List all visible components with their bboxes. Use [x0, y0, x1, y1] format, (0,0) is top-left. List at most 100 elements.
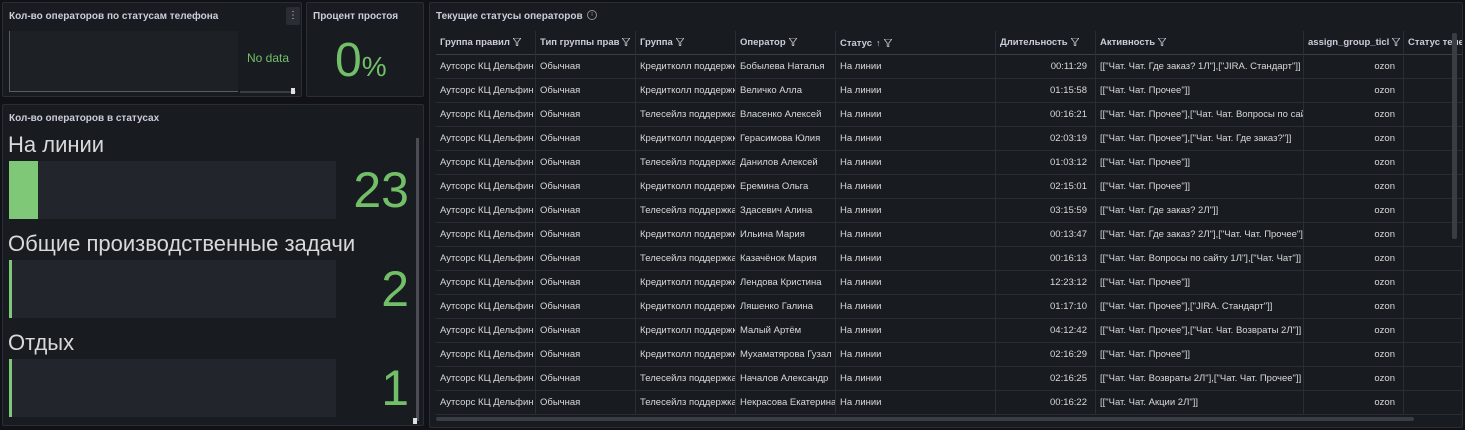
table-cell: [["Чат. Чат. Где заказ? 2Л"],["Чат. Чат.… [1096, 223, 1304, 247]
vertical-scrollbar[interactable] [1452, 33, 1457, 239]
column-header[interactable]: Тип группы прав [536, 31, 636, 55]
column-header-label: Активность [1100, 37, 1156, 48]
filter-icon[interactable] [881, 38, 892, 49]
column-header[interactable]: Длительность [996, 31, 1096, 55]
column-header-label: Тип группы прав [540, 37, 620, 48]
table-cell: ozon [1304, 247, 1404, 271]
table-row[interactable]: Аутсорс КЦ Дельфин Обычная Телесейлз подде… [436, 151, 1462, 175]
info-icon[interactable]: i [587, 10, 597, 20]
resize-handle[interactable] [291, 88, 295, 94]
filter-icon[interactable] [673, 37, 684, 48]
column-header[interactable]: Группа [636, 31, 736, 55]
table-cell: На линии [836, 199, 996, 223]
table-cell: Кредитколл поддержка [636, 127, 736, 151]
filter-icon[interactable] [1068, 37, 1079, 48]
table-row[interactable]: Аутсорс КЦ Дельфин Обычная Телесейлз подде… [436, 247, 1462, 271]
table-cell: 00:11:29 [996, 55, 1096, 79]
status-value: 1 [381, 360, 409, 416]
status-bar [9, 359, 336, 417]
panel-menu-icon[interactable]: ⋮ [286, 7, 300, 25]
chart-area [9, 31, 238, 92]
table-cell: Кредитколл поддержка [636, 343, 736, 367]
table-cell: На линии [836, 271, 996, 295]
table-cell [1404, 271, 1462, 295]
table-cell: 00:16:21 [996, 103, 1096, 127]
column-header-label: Группа правил [440, 37, 510, 48]
column-header-label: Длительность [1000, 37, 1068, 48]
table-cell: На линии [836, 367, 996, 391]
table-row[interactable]: Аутсорс КЦ Дельфин Обычная Кредитколл подд… [436, 319, 1462, 343]
table-row[interactable]: Аутсорс КЦ Дельфин Обычная Телесейлз подде… [436, 103, 1462, 127]
filter-icon[interactable] [786, 37, 797, 48]
table-cell: ozon [1304, 319, 1404, 343]
table-cell: Обычная [536, 55, 636, 79]
table-cell: Аутсорс КЦ Дельфин [436, 271, 536, 295]
table-cell: Аутсорс КЦ Дельфин [436, 295, 536, 319]
column-header[interactable]: Оператор [736, 31, 836, 55]
column-header[interactable]: Группа правил [436, 31, 536, 55]
table-row[interactable]: Аутсорс КЦ Дельфин Обычная Кредитколл подд… [436, 295, 1462, 319]
table-cell: 02:03:19 [996, 127, 1096, 151]
table-cell: Аутсорс КЦ Дельфин [436, 247, 536, 271]
table-cell: На линии [836, 127, 996, 151]
table-cell: [["Чат. Чат. Прочее"]] [1096, 343, 1304, 367]
table-row[interactable]: Аутсорс КЦ Дельфин Обычная Кредитколл подд… [436, 55, 1462, 79]
table-cell: Обычная [536, 103, 636, 127]
table-cell: [["Чат. Чат. Акции 2Л"]] [1096, 391, 1304, 415]
table-cell: 00:13:47 [996, 223, 1096, 247]
table-cell: Данилов Алексей [736, 151, 836, 175]
table-cell: 02:16:25 [996, 367, 1096, 391]
table-row[interactable]: Аутсорс КЦ Дельфин Обычная Кредитколл подд… [436, 223, 1462, 247]
table-row[interactable]: Аутсорс КЦ Дельфин Обычная Кредитколл подд… [436, 343, 1462, 367]
table-cell: [["Чат. Чат. Возвраты 2Л"],["Чат. Чат. П… [1096, 367, 1304, 391]
table-cell: На линии [836, 175, 996, 199]
table-cell [1404, 247, 1462, 271]
table-cell: ozon [1304, 271, 1404, 295]
column-header[interactable]: Активность [1096, 31, 1304, 55]
table-cell: [["Чат. Чат. Прочее"]] [1096, 175, 1304, 199]
horizontal-scrollbar[interactable] [436, 417, 1414, 421]
table-cell: Бобылева Наталья [736, 55, 836, 79]
panel-title: Текущие статусы операторов [436, 11, 583, 22]
table-row[interactable]: Аутсорс КЦ Дельфин Обычная Кредитколл подд… [436, 79, 1462, 103]
table-cell: Телесейлз поддержка [636, 391, 736, 415]
column-header-label: Группа [640, 37, 673, 48]
table-row[interactable]: Аутсорс КЦ Дельфин Обычная Кредитколл подд… [436, 175, 1462, 199]
table-row[interactable]: Аутсорс КЦ Дельфин Обычная Телесейлз подде… [436, 391, 1462, 415]
table-cell: Телесейлз поддержка [636, 247, 736, 271]
table-cell: [["Чат. Чат. Где заказ? 2Л"]] [1096, 199, 1304, 223]
idle-percent-panel: Процент простоя 0% [306, 2, 424, 97]
table-cell: Некрасова Екатерина [736, 391, 836, 415]
filter-icon[interactable] [619, 37, 631, 48]
table-cell: Обычная [536, 319, 636, 343]
table-cell: Аутсорс КЦ Дельфин [436, 151, 536, 175]
vertical-scrollbar[interactable] [416, 138, 419, 421]
filter-icon[interactable] [510, 37, 521, 48]
table-cell: Аутсорс КЦ Дельфин [436, 103, 536, 127]
sort-ascending-icon[interactable]: ↑ [876, 38, 881, 48]
table-cell: Телесейлз поддержка [636, 199, 736, 223]
resize-track [240, 91, 296, 93]
table-cell: Малый Артём [736, 319, 836, 343]
table-cell: 00:16:13 [996, 247, 1096, 271]
column-header[interactable]: assign_group_ticl [1304, 31, 1404, 55]
table-row[interactable]: Аутсорс КЦ Дельфин Обычная Телесейлз подде… [436, 199, 1462, 223]
table-cell: Лендова Кристина [736, 271, 836, 295]
resize-handle[interactable] [413, 418, 417, 424]
table-cell: Обычная [536, 247, 636, 271]
status-bar-fill [9, 359, 12, 417]
filter-icon[interactable] [1389, 37, 1401, 48]
filter-icon[interactable] [1155, 37, 1167, 48]
idle-percent-value: 0% [335, 33, 387, 95]
table-row[interactable]: Аутсорс КЦ Дельфин Обычная Телесейлз подде… [436, 367, 1462, 391]
table-cell: На линии [836, 319, 996, 343]
table-cell: 01:15:58 [996, 79, 1096, 103]
table-cell: ozon [1304, 79, 1404, 103]
table-cell: Обычная [536, 343, 636, 367]
table-header-row: Группа правил Тип группы прав Группа Операт… [436, 31, 1462, 55]
table-cell: 02:16:29 [996, 343, 1096, 367]
table-cell: Аутсорс КЦ Дельфин [436, 343, 536, 367]
table-row[interactable]: Аутсорс КЦ Дельфин Обычная Кредитколл подд… [436, 127, 1462, 151]
table-row[interactable]: Аутсорс КЦ Дельфин Обычная Кредитколл подд… [436, 271, 1462, 295]
column-header[interactable]: Статус ↑ [836, 31, 996, 55]
